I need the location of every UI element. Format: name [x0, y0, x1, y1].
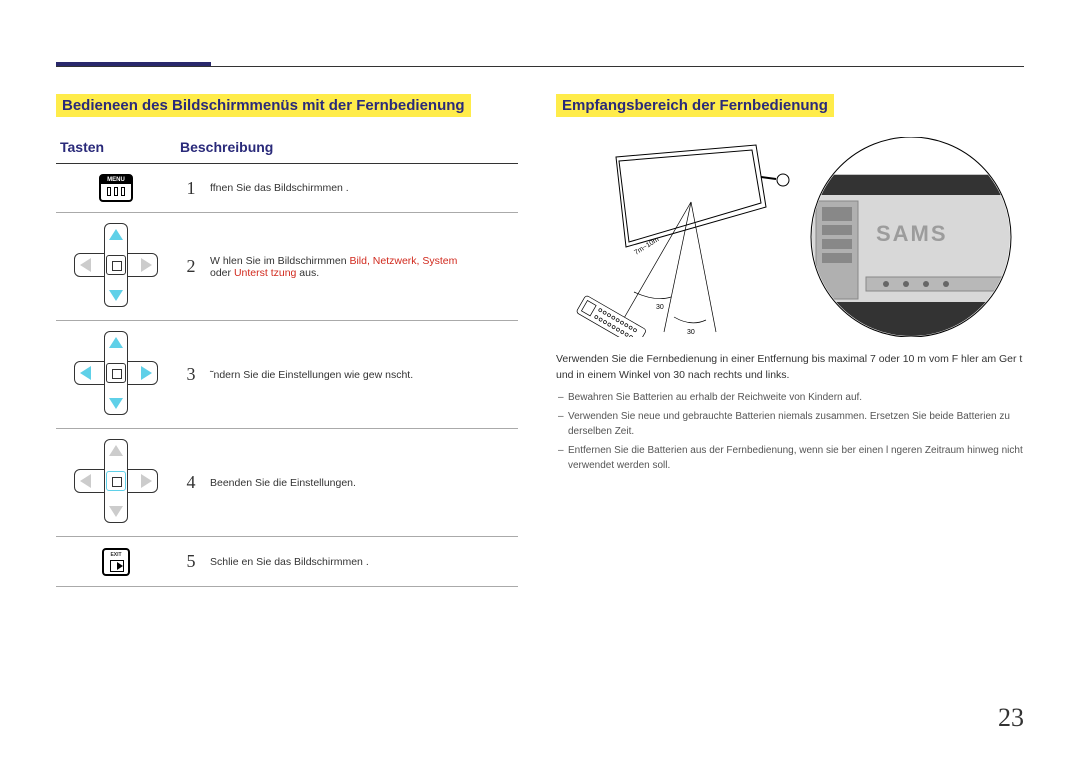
table-row: 4 Beenden Sie die Einstellungen.	[56, 429, 518, 537]
text-fragment: aus.	[296, 267, 319, 279]
dpad-all-icon	[74, 331, 158, 415]
step-number: 4	[176, 429, 206, 537]
table-row: 3 ˜ndern Sie die Einstellungen wie gew n…	[56, 321, 518, 429]
menu-option-red: Unterst tzung	[234, 267, 296, 279]
menu-bars-icon	[101, 184, 131, 199]
detail-circle: SAMS	[811, 137, 1021, 337]
menu-button-label: MENU	[101, 176, 131, 184]
sensor-circle	[777, 174, 789, 186]
step-number: 1	[176, 164, 206, 213]
step-number: 3	[176, 321, 206, 429]
text-fragment: W hlen Sie im Bildschirmmen	[210, 255, 349, 267]
notes-list: Bewahren Sie Batterien au erhalb der Rei…	[556, 390, 1024, 473]
step-description: Schlie en Sie das Bildschirmmen .	[206, 537, 518, 587]
menu-option-red: Bild, Netzwerk, System	[349, 255, 457, 267]
th-description: Beschreibung	[176, 133, 518, 164]
right-section-title: Empfangsbereich der Fernbedienung	[556, 94, 834, 117]
remote-icon	[576, 295, 647, 337]
brand-label: SAMS	[876, 221, 948, 246]
step-description: ˜ndern Sie die Einstellungen wie gew nsc…	[206, 321, 518, 429]
tv-outline	[616, 145, 766, 247]
step-number: 5	[176, 537, 206, 587]
step-number: 2	[176, 213, 206, 321]
reception-paragraph: Verwenden Sie die Fernbedienung in einer…	[556, 352, 1024, 384]
th-buttons: Tasten	[56, 133, 176, 164]
table-row: 2 W hlen Sie im Bildschirmmen Bild, Netz…	[56, 213, 518, 321]
text-fragment: oder	[210, 267, 234, 279]
sensor-indicator	[761, 177, 776, 179]
exit-button-icon: EXIT	[102, 548, 130, 576]
angle-arc	[634, 292, 671, 299]
menu-button-icon: MENU	[99, 174, 133, 202]
list-item: Verwenden Sie neue und gebrauchte Batter…	[556, 409, 1024, 439]
remote-menu-table: Tasten Beschreibung MENU 1 ffnen Sie das…	[56, 133, 518, 587]
right-column: Empfangsbereich der Fernbedienung 7m~10m…	[556, 94, 1024, 477]
list-item: Entfernen Sie die Batterien aus der Fern…	[556, 443, 1024, 473]
angle-arc	[674, 317, 706, 323]
page-number: 23	[998, 703, 1024, 733]
left-section-title: Bedieneen des Bildschirmmenüs mit der Fe…	[56, 94, 471, 117]
step-description: ffnen Sie das Bildschirmmen .	[206, 164, 518, 213]
table-row: MENU 1 ffnen Sie das Bildschirmmen .	[56, 164, 518, 213]
angle-label: 30	[687, 329, 695, 336]
table-row: EXIT 5 Schlie en Sie das Bildschirmmen .	[56, 537, 518, 587]
page-top-rule	[56, 66, 1024, 67]
dpad-center-icon	[74, 439, 158, 523]
reception-range-diagram: 7m~10m 30 30 SAMS	[556, 137, 1024, 337]
step-description: W hlen Sie im Bildschirmmen Bild, Netzwe…	[206, 213, 518, 321]
exit-button-label: EXIT	[104, 552, 128, 558]
angle-label: 30	[656, 304, 664, 311]
left-column: Bedieneen des Bildschirmmenüs mit der Fe…	[56, 94, 518, 587]
list-item: Bewahren Sie Batterien au erhalb der Rei…	[556, 390, 1024, 405]
dpad-updown-icon	[74, 223, 158, 307]
step-description: Beenden Sie die Einstellungen.	[206, 429, 518, 537]
